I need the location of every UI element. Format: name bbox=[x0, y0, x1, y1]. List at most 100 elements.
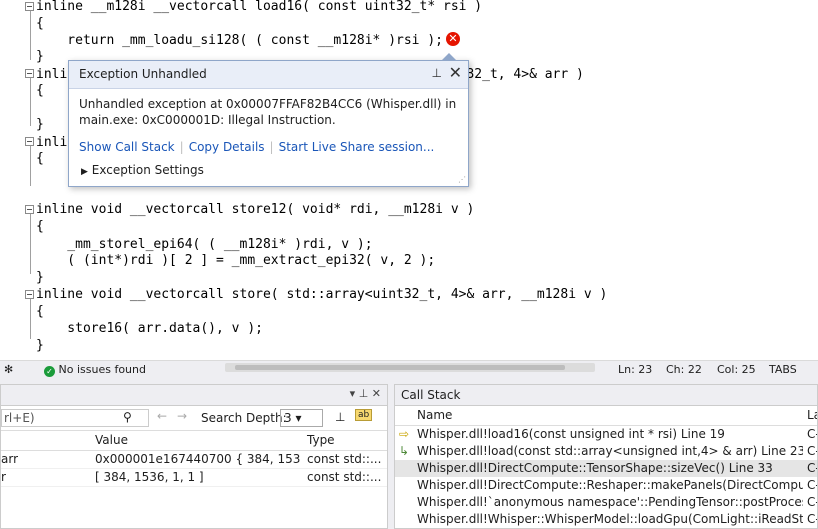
back-arrow-icon[interactable]: ← bbox=[157, 409, 167, 423]
copy-details-link[interactable]: Copy Details bbox=[189, 140, 265, 154]
row-name: r bbox=[1, 470, 6, 484]
line-number: Ln: 23 bbox=[618, 363, 653, 376]
code-line: } bbox=[36, 338, 44, 353]
fold-toggle[interactable] bbox=[25, 137, 34, 146]
bug-icon: ✻ bbox=[4, 363, 14, 376]
debug-panels: ▾ ⊥ ✕ rl+E) ⚲ ← → Search Depth: 3 ▾ ⊥ ab… bbox=[0, 378, 818, 529]
col-name[interactable]: Name bbox=[417, 408, 452, 422]
frame-name: Whisper.dll!load16(const unsigned int * … bbox=[417, 427, 725, 441]
code-line: return _mm_loadu_si128( ( const __m128i*… bbox=[36, 33, 443, 48]
call-stack-header: Name La bbox=[395, 406, 817, 426]
fold-toggle[interactable] bbox=[25, 205, 34, 214]
fold-toggle[interactable] bbox=[25, 69, 34, 78]
exception-popup: Exception Unhandled ⊥ ✕ Unhandled except… bbox=[68, 53, 469, 187]
call-stack-rows: ⇨ Whisper.dll!load16(const unsigned int *… bbox=[395, 426, 817, 528]
col-lang[interactable]: La bbox=[807, 408, 817, 422]
exception-message: Unhandled exception at 0x00007FFAF82B4CC… bbox=[79, 96, 459, 128]
error-icon[interactable]: ✕ bbox=[446, 32, 460, 46]
col-value[interactable]: Value bbox=[95, 433, 128, 447]
code-editor[interactable]: inline __m128i __vectorcall load16( cons… bbox=[0, 0, 818, 360]
row-name: arr bbox=[1, 452, 19, 466]
expand-arrow-icon: ▶ bbox=[81, 167, 88, 177]
locals-header: Value Type bbox=[1, 431, 387, 451]
exception-settings-toggle[interactable]: ▶ Exception Settings bbox=[81, 163, 204, 177]
code-line: } bbox=[36, 270, 44, 285]
char-number: Ch: 22 bbox=[666, 363, 702, 376]
issues-indicator[interactable]: ✓ No issues found bbox=[44, 363, 146, 377]
code-line: { bbox=[36, 83, 44, 98]
table-row[interactable]: arr 0x000001e167440700 { 384, 1536, 1, 1… bbox=[1, 451, 387, 469]
code-line: { bbox=[36, 304, 44, 319]
exception-settings-label: Exception Settings bbox=[91, 163, 204, 177]
call-stack-row[interactable]: ↳ Whisper.dll!load(const std::array<unsig… bbox=[395, 443, 817, 460]
search-depth-label: Search Depth: bbox=[201, 411, 287, 425]
call-stack-row[interactable]: Whisper.dll!DirectCompute::TensorShape::… bbox=[395, 460, 817, 477]
frame-name: Whisper.dll!DirectCompute::TensorShape::… bbox=[417, 461, 773, 475]
call-stack-row[interactable]: ⇨ Whisper.dll!load16(const unsigned int *… bbox=[395, 426, 817, 443]
frame-name: Whisper.dll!Whisper::WhisperModel::loadG… bbox=[417, 512, 803, 526]
code-line: inline __m128i __vectorcall load16( cons… bbox=[36, 0, 483, 14]
row-value: [ 384, 1536, 1, 1 ] bbox=[95, 470, 204, 484]
call-stack-row[interactable]: Whisper.dll!DirectCompute::Reshaper::mak… bbox=[395, 477, 817, 494]
pin-icon[interactable]: ⊥ bbox=[432, 66, 442, 80]
row-value: 0x000001e167440700 { 384, 1536, 1, 1 } bbox=[95, 452, 300, 466]
locals-title-bar: ▾ ⊥ ✕ bbox=[1, 385, 387, 406]
popup-links: Show Call Stack | Copy Details | Start Live … bbox=[79, 140, 435, 154]
popup-title: Exception Unhandled bbox=[79, 67, 207, 81]
column-number: Col: 25 bbox=[717, 363, 756, 376]
code-line: { bbox=[36, 151, 44, 166]
frame-lang: C- bbox=[807, 427, 817, 441]
close-icon[interactable]: ✕ bbox=[449, 63, 462, 82]
horizontal-scrollbar[interactable] bbox=[225, 363, 595, 372]
indent-mode[interactable]: TABS bbox=[769, 363, 797, 376]
pane-controls[interactable]: ▾ ⊥ ✕ bbox=[350, 387, 381, 400]
code-line: _mm_storel_epi64( ( __m128i* )rdi, v ); bbox=[36, 237, 373, 252]
frame-lang: C- bbox=[807, 444, 817, 458]
call-stack-row[interactable]: Whisper.dll!Whisper::WhisperModel::loadG… bbox=[395, 511, 817, 528]
row-type: const std::... bbox=[307, 452, 382, 466]
frame-name: Whisper.dll!`anonymous namespace'::Pendi… bbox=[417, 495, 803, 509]
return-arrow-icon: ↳ bbox=[399, 444, 410, 458]
forward-arrow-icon[interactable]: → bbox=[177, 409, 187, 423]
current-frame-arrow-icon: ⇨ bbox=[399, 427, 410, 441]
locals-toolbar: rl+E) ⚲ ← → Search Depth: 3 ▾ ⊥ ab bbox=[1, 406, 387, 431]
col-type[interactable]: Type bbox=[307, 433, 335, 447]
code-line: ( (int*)rdi )[ 2 ] = _mm_extract_epi32( … bbox=[36, 253, 436, 268]
search-depth-select[interactable]: 3 ▾ bbox=[280, 409, 323, 427]
frame-lang: C- bbox=[807, 461, 817, 475]
view-toggle-icon[interactable]: ab bbox=[355, 409, 373, 421]
frame-lang: C- bbox=[807, 495, 817, 509]
check-icon: ✓ bbox=[44, 366, 55, 377]
fold-toggle[interactable] bbox=[25, 2, 34, 11]
frame-lang: C- bbox=[807, 512, 817, 526]
popup-header: Exception Unhandled ⊥ ✕ bbox=[69, 61, 468, 89]
message-line-2: main.exe: 0xC000001D: Illegal Instructio… bbox=[79, 113, 336, 127]
code-line: inline void __vectorcall store( std::arr… bbox=[36, 287, 608, 302]
code-line: store16( arr.data(), v ); bbox=[36, 321, 263, 336]
code-line: inli bbox=[36, 135, 68, 150]
search-depth-value: 3 bbox=[284, 411, 292, 425]
code-line: { bbox=[36, 219, 44, 234]
show-call-stack-link[interactable]: Show Call Stack bbox=[79, 140, 175, 154]
call-stack-title: Call Stack bbox=[401, 388, 461, 402]
editor-status-bar: ✻ ✓ No issues found Ln: 23 Ch: 22 Col: 2… bbox=[0, 360, 818, 378]
resize-grip-icon[interactable]: ⋰ bbox=[458, 175, 466, 184]
live-share-link[interactable]: Start Live Share session... bbox=[279, 140, 435, 154]
frame-name: Whisper.dll!DirectCompute::Reshaper::mak… bbox=[417, 478, 803, 492]
frame-name: Whisper.dll!load(const std::array<unsign… bbox=[417, 444, 803, 458]
code-line: inline void __vectorcall store12( void* … bbox=[36, 202, 475, 217]
code-line: } bbox=[36, 117, 44, 132]
search-icon[interactable]: ⚲ bbox=[123, 410, 132, 424]
row-type: const std::... bbox=[307, 470, 382, 484]
call-stack-pane: Call Stack Name La ⇨ Whisper.dll!load16(c… bbox=[394, 384, 818, 529]
table-row[interactable]: r [ 384, 1536, 1, 1 ] const std::... bbox=[1, 469, 387, 487]
pin-icon[interactable]: ⊥ bbox=[335, 410, 345, 424]
code-line: { bbox=[36, 16, 44, 31]
issues-text: No issues found bbox=[58, 363, 146, 376]
frame-lang: C- bbox=[807, 478, 817, 492]
fold-toggle[interactable] bbox=[25, 290, 34, 299]
message-line-1: Unhandled exception at 0x00007FFAF82B4CC… bbox=[79, 97, 457, 111]
call-stack-title-bar: Call Stack bbox=[395, 385, 817, 406]
locals-pane: ▾ ⊥ ✕ rl+E) ⚲ ← → Search Depth: 3 ▾ ⊥ ab… bbox=[0, 384, 388, 529]
call-stack-row[interactable]: Whisper.dll!`anonymous namespace'::Pendi… bbox=[395, 494, 817, 511]
